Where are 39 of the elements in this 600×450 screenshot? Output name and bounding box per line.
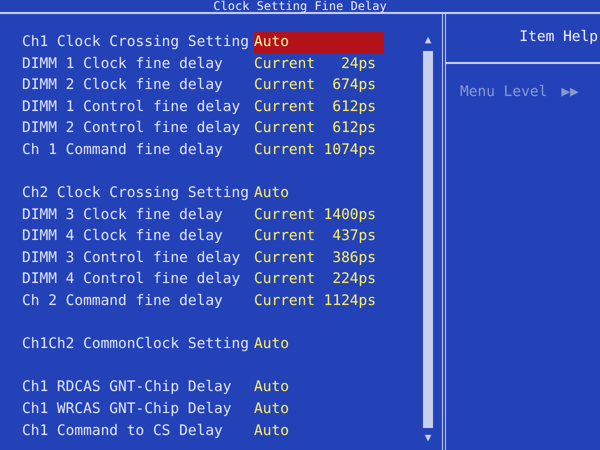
setting-label: DIMM 1 Control fine delay [22,98,242,117]
setting-value[interactable]: Current 1074ps [254,140,376,162]
setting-label: DIMM 1 Clock fine delay [22,54,224,74]
setting-label: DIMM 2 Control fine delay [22,119,242,138]
setting-value[interactable]: Auto [254,334,376,356]
setting-value[interactable]: Current 612ps [254,96,376,118]
setting-value[interactable]: Current 1124ps [254,291,376,313]
scroll-down-arrow[interactable]: ▼ [424,430,432,446]
menu-level-indicator: ▶▶ [561,83,579,102]
setting-label: DIMM 3 Control fine delay [22,248,242,268]
setting-label: DIMM 4 Control fine delay [22,270,242,290]
setting-label: Ch1 Command to CS Delay [22,422,224,441]
setting-label: Ch1 WRCAS GNT-Chip Delay [22,400,233,420]
setting-label: Ch 2 Command fine delay [22,292,224,312]
setting-value[interactable]: Auto [254,183,376,205]
menu-level-label: Menu Level [460,83,548,102]
setting-label: Ch1 Clock Crossing Setting [22,32,250,52]
setting-value[interactable]: Current 24ps [254,54,376,76]
setting-value[interactable]: Auto [254,377,376,400]
scrollbar[interactable]: ▲ ▼ [420,32,436,446]
setting-value[interactable]: Auto [254,32,384,54]
setting-value[interactable]: Current 437ps [254,226,376,248]
setting-value[interactable]: Auto [254,399,376,421]
setting-label: Ch1 RDCAS GNT-Chip Delay [22,378,233,398]
setting-label: DIMM 2 Clock fine delay [22,76,224,96]
setting-value[interactable]: Current 224ps [254,269,376,292]
setting-label: Ch1Ch2 CommonClock Setting [22,335,250,354]
scroll-up-arrow[interactable]: ▲ [424,32,432,48]
setting-value[interactable]: Auto [254,420,376,442]
setting-label: DIMM 4 Clock fine delay [22,227,224,246]
setting-value[interactable]: Current 386ps [254,248,376,270]
setting-value[interactable]: Current 612ps [254,118,376,140]
setting-label: Ch2 Clock Crossing Setting [22,184,250,204]
setting-value[interactable]: Current 674ps [254,75,376,97]
setting-value[interactable]: Current 1400ps [254,204,376,226]
help-title: Item Help [519,28,598,48]
setting-label: Ch 1 Command fine delay [22,140,224,160]
window-title: Clock Setting Fine Delay [213,0,387,12]
setting-label: DIMM 3 Clock fine delay [22,206,224,225]
